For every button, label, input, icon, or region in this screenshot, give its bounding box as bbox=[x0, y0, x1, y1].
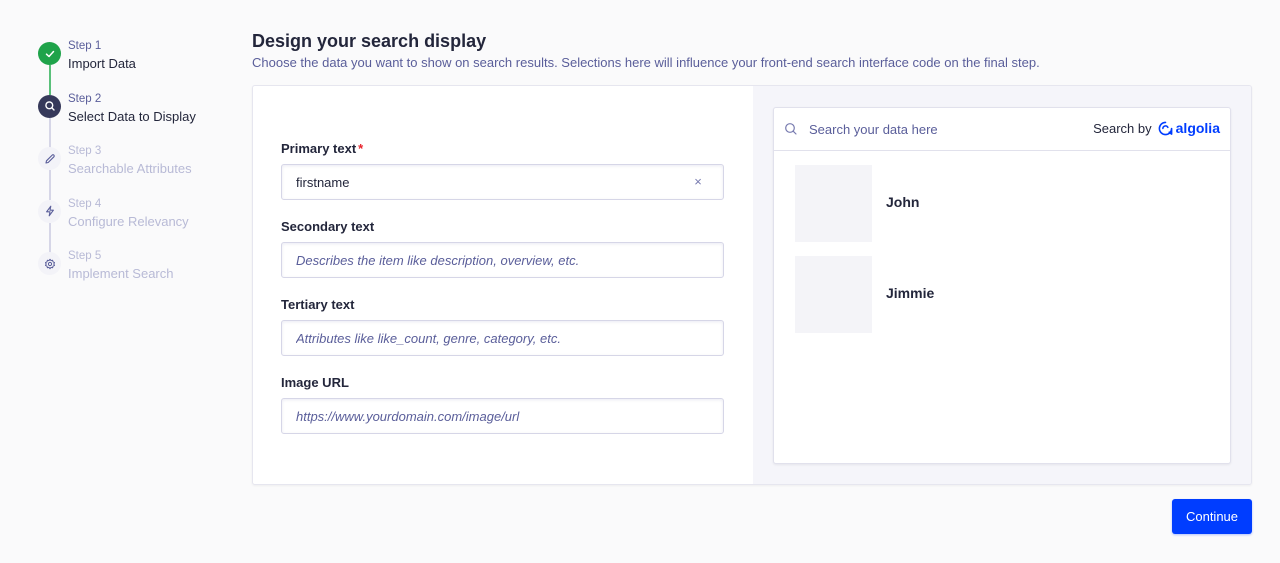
step-import-data[interactable]: Step 1 Import Data bbox=[38, 38, 238, 95]
attribute-form: Primary text* × Secondary text Tertiary … bbox=[253, 86, 753, 484]
secondary-text-field: Secondary text bbox=[281, 219, 724, 278]
result-primary-text: Jimmie bbox=[886, 285, 935, 301]
result-item[interactable]: Jimmie bbox=[795, 256, 1215, 333]
tertiary-text-select[interactable] bbox=[281, 320, 724, 356]
image-url-select[interactable] bbox=[281, 398, 724, 434]
step-number: Step 2 bbox=[68, 92, 102, 105]
secondary-text-input[interactable] bbox=[296, 252, 709, 268]
step-connector bbox=[49, 65, 51, 95]
search-icon bbox=[785, 123, 797, 135]
label-text: Primary text bbox=[281, 141, 357, 156]
algolia-logo: algolia bbox=[1158, 120, 1220, 136]
primary-text-label: Primary text * bbox=[281, 141, 724, 159]
step-select-data[interactable]: Step 2 Select Data to Display bbox=[38, 91, 238, 148]
continue-button[interactable]: Continue bbox=[1172, 499, 1252, 534]
check-icon bbox=[38, 42, 61, 65]
result-image-placeholder bbox=[795, 256, 872, 333]
clear-icon[interactable]: × bbox=[691, 175, 705, 189]
image-url-field: Image URL bbox=[281, 375, 724, 434]
required-marker: * bbox=[358, 141, 364, 156]
step-number: Step 1 bbox=[68, 40, 102, 52]
image-url-label: Image URL bbox=[281, 375, 349, 390]
step-searchable-attributes: Step 3 Searchable Attributes bbox=[38, 143, 238, 200]
tertiary-text-label: Tertiary text bbox=[281, 297, 355, 312]
pencil-icon bbox=[38, 147, 61, 170]
step-number: Step 5 bbox=[68, 250, 102, 262]
search-preview-pane: Search by algolia John Jimmie bbox=[753, 86, 1251, 484]
gear-icon bbox=[38, 252, 61, 275]
step-title: Select Data to Display bbox=[68, 108, 196, 124]
preview-search-bar: Search by algolia bbox=[774, 108, 1230, 151]
secondary-text-label: Secondary text bbox=[281, 219, 375, 234]
search-icon bbox=[38, 94, 61, 118]
image-url-input[interactable] bbox=[296, 408, 709, 424]
result-image-placeholder bbox=[795, 165, 872, 242]
step-configure-relevancy: Step 4 Configure Relevancy bbox=[38, 196, 238, 253]
secondary-text-select[interactable] bbox=[281, 242, 724, 278]
primary-text-select[interactable]: × bbox=[281, 164, 724, 200]
search-by-label: Search by bbox=[1093, 120, 1152, 136]
page-title: Design your search display bbox=[252, 31, 487, 51]
algolia-wordmark: algolia bbox=[1175, 120, 1220, 136]
step-connector bbox=[49, 170, 51, 200]
primary-text-input[interactable] bbox=[296, 174, 709, 190]
progress-stepper: Step 1 Import Data Step 2 Select Data to… bbox=[38, 38, 238, 301]
tertiary-text-field: Tertiary text bbox=[281, 297, 724, 356]
primary-text-field: Primary text* × bbox=[281, 141, 724, 200]
step-connector bbox=[49, 222, 51, 253]
step-number: Step 3 bbox=[68, 145, 102, 157]
step-title: Searchable Attributes bbox=[68, 161, 192, 176]
search-preview: Search by algolia John Jimmie bbox=[773, 107, 1231, 464]
tertiary-text-input[interactable] bbox=[296, 330, 709, 346]
search-by-algolia[interactable]: Search by algolia bbox=[1093, 120, 1220, 136]
lightning-icon bbox=[38, 199, 61, 223]
display-config-card: Primary text* × Secondary text Tertiary … bbox=[252, 85, 1252, 485]
result-item[interactable]: John bbox=[795, 165, 1215, 242]
step-title: Implement Search bbox=[68, 266, 174, 281]
preview-search-input[interactable] bbox=[809, 121, 1029, 137]
step-implement-search: Step 5 Implement Search bbox=[38, 248, 238, 301]
step-number: Step 4 bbox=[68, 197, 102, 210]
step-connector bbox=[49, 117, 51, 148]
step-title: Import Data bbox=[68, 56, 136, 71]
step-title: Configure Relevancy bbox=[68, 213, 189, 229]
result-primary-text: John bbox=[886, 194, 920, 210]
page-subtitle: Choose the data you want to show on sear… bbox=[252, 55, 1040, 70]
algolia-mark-icon bbox=[1158, 121, 1173, 135]
